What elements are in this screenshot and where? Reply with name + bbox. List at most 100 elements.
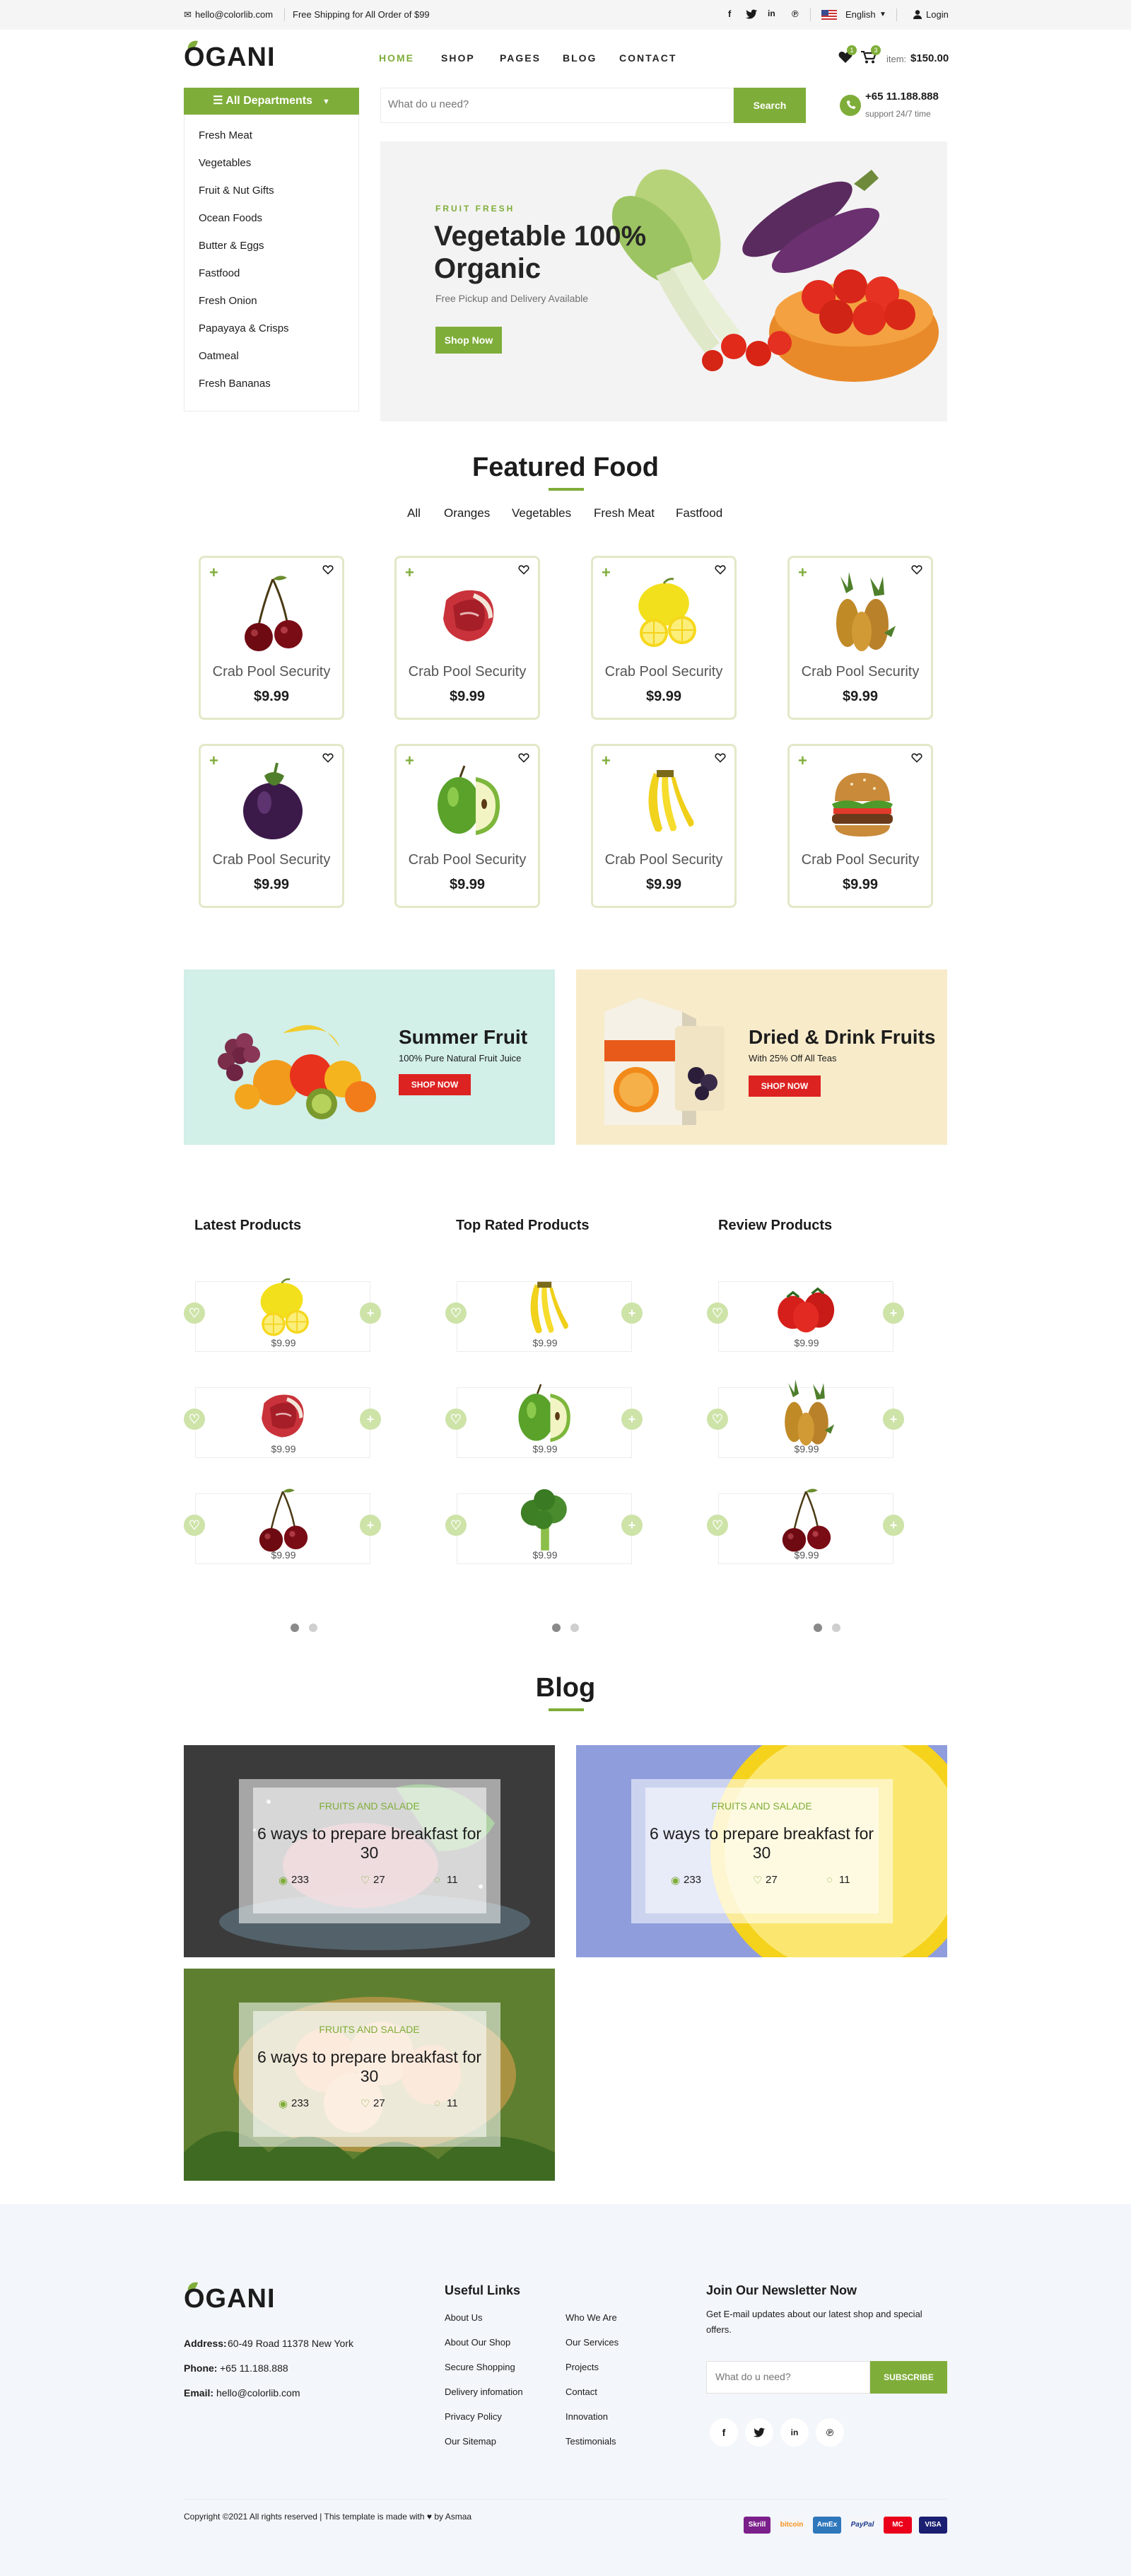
newsletter-input[interactable] <box>715 2371 857 2382</box>
dept-item[interactable]: Fresh Meat <box>199 129 252 141</box>
footer-link[interactable]: About Us <box>445 2312 482 2323</box>
nav-shop[interactable]: SHOP <box>441 52 475 64</box>
add-icon[interactable]: + <box>360 1409 381 1430</box>
pinterest-icon[interactable]: ℗ <box>816 2418 844 2447</box>
add-icon[interactable]: + <box>883 1302 904 1324</box>
list-item[interactable]: $9.99 <box>457 1493 632 1564</box>
add-icon[interactable]: + <box>883 1515 904 1536</box>
product-card[interactable]: + Crab Pool Security $9.99 <box>394 556 540 720</box>
wishlist-heart-icon[interactable]: ♡ <box>707 1302 728 1324</box>
footer-logo[interactable]: OGANI <box>184 2284 276 2314</box>
filter-oranges[interactable]: Oranges <box>444 506 490 520</box>
pinterest-icon[interactable]: ℗ <box>792 8 799 19</box>
add-icon[interactable]: + <box>621 1515 643 1536</box>
add-icon[interactable]: + <box>405 564 414 582</box>
blog-post-title[interactable]: 6 ways to prepare breakfast for 30 <box>647 1824 877 1863</box>
wishlist-heart-icon[interactable]: ♡ <box>184 1302 205 1324</box>
footer-link[interactable]: Who We Are <box>566 2312 617 2323</box>
footer-link[interactable]: About Our Shop <box>445 2337 510 2348</box>
blog-post-title[interactable]: 6 ways to prepare breakfast for 30 <box>254 2048 484 2086</box>
heart-icon[interactable] <box>715 565 726 575</box>
dried-drink-banner[interactable]: Dried & Drink Fruits With 25% Off All Te… <box>576 969 947 1145</box>
summer-fruit-banner[interactable]: Summer Fruit 100% Pure Natural Fruit Jui… <box>184 969 555 1145</box>
heart-icon[interactable] <box>518 565 529 575</box>
add-icon[interactable]: + <box>360 1302 381 1324</box>
footer-link[interactable]: Innovation <box>566 2411 608 2422</box>
login-link[interactable]: Login <box>926 9 949 20</box>
filter-fastfood[interactable]: Fastfood <box>676 506 722 520</box>
linkedin-icon[interactable]: in <box>780 2418 809 2447</box>
wishlist-heart-icon[interactable]: ♡ <box>707 1515 728 1536</box>
add-icon[interactable]: + <box>798 564 807 582</box>
dept-item[interactable]: Fresh Bananas <box>199 378 271 390</box>
product-card[interactable]: + Crab Pool Security $9.99 <box>591 744 737 908</box>
footer-link[interactable]: Contact <box>566 2386 597 2397</box>
add-icon[interactable]: + <box>602 752 611 770</box>
filter-all[interactable]: All <box>407 506 421 520</box>
footer-link[interactable]: Our Sitemap <box>445 2436 496 2447</box>
dept-item[interactable]: Fresh Onion <box>199 295 257 307</box>
add-icon[interactable]: + <box>602 564 611 582</box>
nav-pages[interactable]: PAGES <box>500 52 541 64</box>
footer-link[interactable]: Projects <box>566 2362 599 2372</box>
nav-home[interactable]: HOME <box>379 52 414 64</box>
search-input[interactable] <box>388 98 643 110</box>
add-icon[interactable]: + <box>209 564 218 582</box>
blog-card[interactable]: FRUITS AND SALADE 6 ways to prepare brea… <box>576 1745 947 1957</box>
wishlist-heart-icon[interactable]: ♡ <box>445 1302 467 1324</box>
wishlist-heart-icon[interactable]: ♡ <box>445 1409 467 1430</box>
product-card[interactable]: + Crab Pool Security $9.99 <box>787 744 933 908</box>
heart-icon[interactable] <box>518 753 529 763</box>
carousel-dot[interactable] <box>570 1624 579 1632</box>
blog-post-title[interactable]: 6 ways to prepare breakfast for 30 <box>254 1824 484 1863</box>
add-icon[interactable]: + <box>621 1302 643 1324</box>
list-item[interactable]: $9.99 <box>718 1387 893 1458</box>
add-icon[interactable]: + <box>360 1515 381 1536</box>
dept-item[interactable]: Fruit & Nut Gifts <box>199 185 274 197</box>
nav-blog[interactable]: BLOG <box>563 52 597 64</box>
hero-shop-now-button[interactable]: Shop Now <box>435 327 502 354</box>
footer-link[interactable]: Testimonials <box>566 2436 616 2447</box>
carousel-dot[interactable] <box>309 1624 317 1632</box>
filter-fresh-meat[interactable]: Fresh Meat <box>594 506 655 520</box>
linkedin-icon[interactable]: in <box>768 8 775 18</box>
heart-icon[interactable] <box>911 753 922 763</box>
heart-icon[interactable] <box>322 565 334 575</box>
dept-item[interactable]: Oatmeal <box>199 350 239 362</box>
carousel-dot[interactable] <box>291 1624 299 1632</box>
footer-link[interactable]: Secure Shopping <box>445 2362 515 2372</box>
all-departments-button[interactable]: ☰ All Departments ▼ <box>184 88 359 115</box>
product-card[interactable]: + Crab Pool Security $9.99 <box>199 556 344 720</box>
facebook-icon[interactable]: f <box>710 2418 738 2447</box>
user-icon[interactable] <box>913 10 922 19</box>
add-icon[interactable]: + <box>209 752 218 770</box>
dept-item[interactable]: Fastfood <box>199 267 240 279</box>
wishlist-heart-icon[interactable]: ♡ <box>184 1409 205 1430</box>
heart-icon[interactable] <box>911 565 922 575</box>
search-button[interactable]: Search <box>734 88 806 123</box>
product-card[interactable]: + Crab Pool Security $9.99 <box>591 556 737 720</box>
footer-link[interactable]: Our Services <box>566 2337 619 2348</box>
banner-shop-now-button[interactable]: SHOP NOW <box>399 1074 471 1095</box>
site-logo[interactable]: OGANI <box>184 42 276 73</box>
dept-item[interactable]: Ocean Foods <box>199 212 262 224</box>
filter-vegetables[interactable]: Vegetables <box>512 506 571 520</box>
add-icon[interactable]: + <box>798 752 807 770</box>
add-icon[interactable]: + <box>405 752 414 770</box>
twitter-icon[interactable] <box>745 2418 773 2447</box>
dept-item[interactable]: Butter & Eggs <box>199 240 264 252</box>
language-select[interactable]: English <box>845 9 876 20</box>
list-item[interactable]: $9.99 <box>195 1493 370 1564</box>
list-item[interactable]: $9.99 <box>457 1281 632 1352</box>
wishlist-heart-icon[interactable]: ♡ <box>445 1515 467 1536</box>
list-item[interactable]: $9.99 <box>718 1281 893 1352</box>
list-item[interactable]: $9.99 <box>195 1387 370 1458</box>
dept-item[interactable]: Papayaya & Crisps <box>199 322 289 334</box>
wishlist-heart-icon[interactable]: ♡ <box>707 1409 728 1430</box>
product-card[interactable]: + Crab Pool Security $9.99 <box>199 744 344 908</box>
carousel-dot[interactable] <box>832 1624 840 1632</box>
heart-icon[interactable] <box>715 753 726 763</box>
product-card[interactable]: + Crab Pool Security $9.99 <box>787 556 933 720</box>
blog-card[interactable]: FRUITS AND SALADE 6 ways to prepare brea… <box>184 1969 555 2181</box>
list-item[interactable]: $9.99 <box>718 1493 893 1564</box>
